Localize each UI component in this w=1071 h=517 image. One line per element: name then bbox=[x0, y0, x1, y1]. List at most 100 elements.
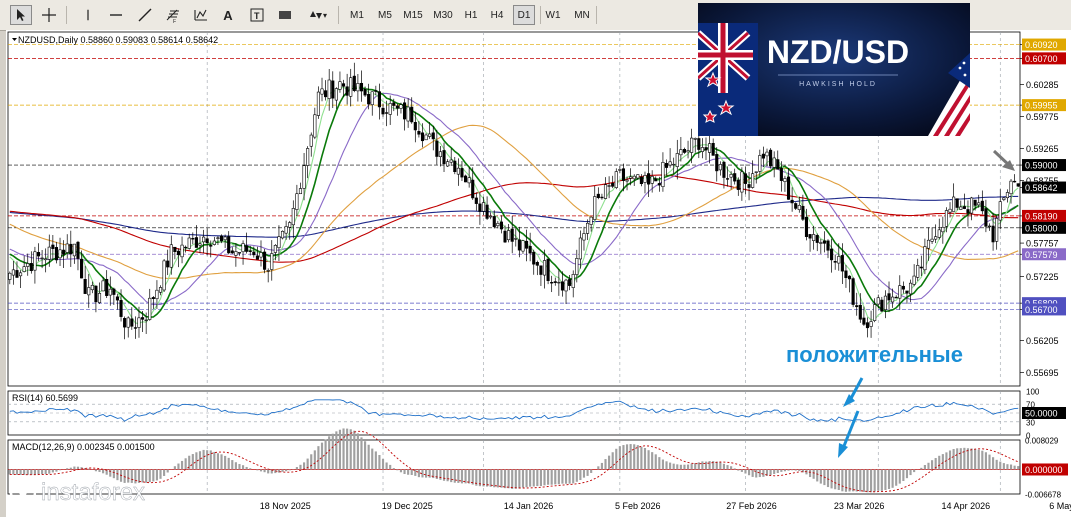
candle-body bbox=[690, 137, 694, 153]
candle-body bbox=[514, 238, 518, 240]
y-axis-tick-label: 0.60920 bbox=[1025, 40, 1058, 50]
candle-body bbox=[905, 290, 909, 294]
shapes-menu-icon[interactable]: ▾ bbox=[302, 5, 332, 25]
timeframe-mn-button[interactable]: MN bbox=[570, 5, 594, 25]
candle-body bbox=[542, 260, 547, 276]
candle-body bbox=[151, 297, 155, 299]
candle-body bbox=[586, 222, 590, 234]
candle-body bbox=[517, 239, 521, 251]
cursor-icon[interactable] bbox=[10, 5, 32, 25]
candle-body bbox=[715, 154, 719, 172]
timeframe-h4-button[interactable]: H4 bbox=[486, 5, 508, 25]
candle-body bbox=[761, 153, 765, 159]
candle-body bbox=[428, 133, 432, 137]
candle-body bbox=[474, 197, 478, 204]
candle-body bbox=[406, 106, 410, 122]
timeframe-m30-button[interactable]: M30 bbox=[430, 5, 456, 25]
candle-body bbox=[582, 233, 586, 241]
candle-body bbox=[54, 247, 59, 261]
candle-body bbox=[234, 251, 238, 256]
candle-body bbox=[349, 77, 353, 97]
rectangle-icon[interactable] bbox=[274, 5, 296, 25]
candle-body bbox=[632, 175, 636, 180]
timeframe-w1-button[interactable]: W1 bbox=[541, 5, 565, 25]
candle-body bbox=[302, 165, 306, 189]
candle-body bbox=[769, 149, 773, 167]
candle-body bbox=[496, 222, 500, 227]
candle-body bbox=[600, 196, 604, 199]
candle-body bbox=[977, 202, 981, 206]
candle-body bbox=[87, 287, 91, 296]
timeframe-h1-button[interactable]: H1 bbox=[460, 5, 482, 25]
candle-body bbox=[463, 175, 468, 183]
candle-body bbox=[155, 289, 159, 300]
timeframe-m5-button[interactable]: M5 bbox=[374, 5, 396, 25]
candle-body bbox=[747, 184, 751, 188]
candle-body bbox=[327, 79, 331, 99]
candle-body bbox=[776, 159, 780, 170]
rsi-header: RSI(14) 60.5699 bbox=[12, 393, 78, 403]
candle-body bbox=[786, 176, 791, 200]
candle-body bbox=[245, 245, 249, 252]
candle-body bbox=[284, 226, 288, 234]
x-axis-tick-label: 6 May 2026 bbox=[1049, 501, 1071, 511]
candle-body bbox=[919, 266, 923, 269]
candle-body bbox=[830, 248, 834, 261]
candle-body bbox=[837, 256, 841, 264]
banner-subtitle: HAWKISH HOLD bbox=[799, 81, 877, 88]
candle-body bbox=[1013, 180, 1017, 183]
candle-body bbox=[148, 297, 152, 320]
candle-body bbox=[395, 105, 399, 109]
candle-body bbox=[729, 174, 733, 178]
text-label-icon[interactable]: T bbox=[246, 5, 268, 25]
crosshair-icon[interactable] bbox=[38, 5, 60, 25]
candle-body bbox=[564, 279, 568, 292]
candle-body bbox=[295, 193, 299, 210]
candle-body bbox=[657, 183, 661, 186]
candle-body bbox=[797, 204, 801, 210]
candle-body bbox=[926, 239, 931, 249]
candle-body bbox=[259, 252, 263, 258]
vertical-line-icon[interactable] bbox=[80, 5, 96, 25]
candle-body bbox=[955, 198, 959, 208]
candle-body bbox=[166, 260, 170, 268]
timeframe-m15-button[interactable]: M15 bbox=[400, 5, 426, 25]
candle-body bbox=[306, 148, 310, 166]
candle-body bbox=[654, 178, 658, 182]
horizontal-line-icon[interactable] bbox=[105, 5, 127, 25]
candle-body bbox=[11, 269, 15, 276]
timeframe-m1-button[interactable]: M1 bbox=[346, 5, 368, 25]
candle-body bbox=[948, 208, 952, 213]
candle-body bbox=[772, 157, 776, 168]
text-tool-icon[interactable]: A bbox=[218, 5, 238, 25]
candle-body bbox=[650, 176, 654, 184]
x-axis-tick-label: 14 Jan 2026 bbox=[504, 501, 554, 511]
candle-body bbox=[912, 275, 916, 285]
channel-icon[interactable] bbox=[190, 5, 212, 25]
candle-body bbox=[819, 242, 823, 244]
candle-body bbox=[58, 249, 62, 259]
candle-body bbox=[844, 270, 848, 278]
candle-body bbox=[808, 234, 812, 239]
fibonacci-icon[interactable]: F bbox=[162, 5, 184, 25]
macd-header: MACD(12,26,9) 0.002345 0.001500 bbox=[12, 442, 155, 452]
candle-body bbox=[880, 299, 884, 312]
candle-body bbox=[227, 236, 231, 254]
candle-body bbox=[779, 168, 783, 181]
candle-body bbox=[525, 240, 529, 249]
y-axis-tick-label: 0.57579 bbox=[1025, 250, 1058, 260]
candle-body bbox=[873, 304, 877, 321]
candle-body bbox=[263, 251, 267, 270]
y-axis-tick-label: 0.57225 bbox=[1026, 272, 1059, 282]
candle-body bbox=[708, 143, 712, 153]
trendline-icon[interactable] bbox=[134, 5, 156, 25]
candle-body bbox=[15, 270, 19, 278]
candle-body bbox=[672, 163, 676, 166]
candle-body bbox=[431, 132, 435, 140]
candle-body bbox=[553, 281, 557, 283]
candle-body bbox=[413, 122, 417, 131]
candle-body bbox=[467, 177, 471, 184]
candle-body bbox=[223, 236, 227, 241]
timeframe-d1-button[interactable]: D1 bbox=[513, 5, 535, 25]
banner-title: NZD/USD bbox=[767, 34, 909, 70]
